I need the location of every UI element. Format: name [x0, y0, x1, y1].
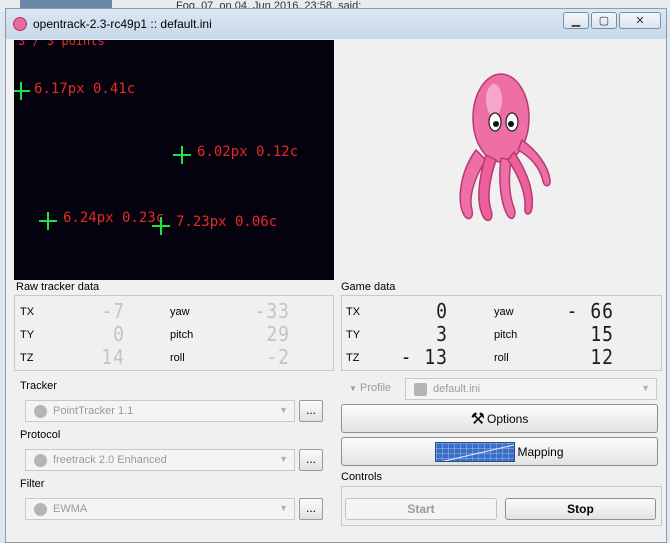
mapping-curve-icon — [435, 441, 516, 462]
minimize-button[interactable]: ▁ — [563, 12, 589, 29]
profile-file-icon — [414, 383, 427, 396]
profile-select-value: default.ini — [433, 383, 481, 395]
stop-button[interactable]: Stop — [505, 498, 656, 520]
tracked-point-marker — [39, 212, 57, 230]
chevron-down-icon: ▼ — [279, 503, 288, 513]
raw-ty-value: 0 — [113, 322, 125, 347]
raw-yaw-value: -33 — [254, 299, 290, 324]
title-bar[interactable]: opentrack-2.3-rc49p1 :: default.ini ▁ ▢ … — [6, 9, 666, 39]
close-button[interactable]: ✕ — [619, 12, 661, 29]
tools-icon: ⚒ — [470, 410, 485, 428]
raw-tx-value: -7 — [101, 299, 125, 324]
tracked-point-marker — [173, 146, 191, 164]
game-yaw-label: yaw — [494, 306, 514, 318]
point-label: 7.23px 0.06c — [176, 214, 278, 230]
octopus-app-icon — [13, 17, 27, 31]
filter-select[interactable]: EWMA ▼ — [25, 498, 295, 520]
raw-roll-value: -2 — [266, 345, 290, 370]
tracked-point-marker — [14, 82, 30, 100]
game-pitch-label: pitch — [494, 329, 518, 341]
tracker-module-icon — [34, 405, 47, 418]
chevron-down-icon: ▼ — [279, 454, 288, 464]
close-icon: ✕ — [635, 15, 645, 27]
raw-tx-label: TX — [20, 306, 35, 318]
game-yaw-value: - 66 — [566, 299, 614, 324]
filter-select-value: EWMA — [53, 503, 88, 515]
start-button[interactable]: Start — [345, 498, 497, 520]
protocol-label: Protocol — [20, 429, 61, 441]
tracker-settings-button[interactable]: ... — [299, 400, 323, 422]
protocol-select[interactable]: freetrack 2.0 Enhanced ▼ — [25, 449, 295, 471]
tracker-select-value: PointTracker 1.1 — [53, 405, 134, 417]
tracker-video-view: 3 / 3 points 6.17px 0.41c 6.02px 0.12c 6… — [14, 40, 334, 280]
chevron-down-icon: ▼ — [641, 383, 650, 393]
maximize-icon: ▢ — [598, 15, 610, 27]
tracker-label: Tracker — [20, 380, 57, 392]
mapping-button[interactable]: Mapping — [341, 437, 658, 466]
main-window: opentrack-2.3-rc49p1 :: default.ini ▁ ▢ … — [5, 8, 667, 543]
game-ty-value: 3 — [436, 322, 448, 347]
options-button[interactable]: ⚒ Options — [341, 404, 658, 433]
game-data-title: Game data — [341, 281, 396, 293]
filter-settings-button[interactable]: ... — [299, 498, 323, 520]
game-tz-value: - 13 — [400, 345, 448, 370]
tracker-status-text: 3 / 3 points — [18, 40, 105, 48]
raw-roll-label: roll — [170, 352, 185, 364]
point-label: 6.17px 0.41c — [34, 81, 136, 97]
chevron-down-icon: ▼ — [279, 405, 288, 415]
profile-select[interactable]: default.ini ▼ — [405, 378, 657, 400]
raw-yaw-label: yaw — [170, 306, 190, 318]
game-tz-label: TZ — [346, 352, 360, 364]
raw-ty-label: TY — [20, 329, 35, 341]
profile-label: Profile — [359, 382, 392, 394]
minimize-icon: ▁ — [571, 15, 581, 27]
game-tx-label: TX — [346, 306, 361, 318]
protocol-select-value: freetrack 2.0 Enhanced — [53, 454, 167, 466]
pose-preview — [336, 40, 661, 280]
options-button-label: Options — [486, 411, 529, 426]
controls-panel: Start Stop — [341, 486, 662, 526]
protocol-module-icon — [34, 454, 47, 467]
controls-title: Controls — [341, 471, 382, 483]
mapping-button-label: Mapping — [517, 444, 564, 459]
profile-menu[interactable]: ▼ Profile — [349, 382, 391, 394]
filter-module-icon — [34, 503, 47, 516]
tracked-point-marker — [152, 217, 170, 235]
raw-tracker-data-panel: TX -7 TY 0 TZ 14 yaw -33 pitch 29 roll -… — [14, 295, 334, 371]
game-roll-value: 12 — [590, 345, 614, 370]
point-label: 6.24px 0.23c — [63, 210, 165, 226]
raw-tz-label: TZ — [20, 352, 34, 364]
game-tx-value: 0 — [436, 299, 448, 324]
raw-tracker-data-title: Raw tracker data — [16, 281, 100, 293]
raw-tz-value: 14 — [101, 345, 125, 370]
tracker-select[interactable]: PointTracker 1.1 ▼ — [25, 400, 295, 422]
point-label: 6.02px 0.12c — [197, 144, 299, 160]
chevron-down-icon: ▼ — [349, 384, 357, 393]
raw-pitch-label: pitch — [170, 329, 194, 341]
raw-pitch-value: 29 — [266, 322, 290, 347]
game-pitch-value: 15 — [590, 322, 614, 347]
game-roll-label: roll — [494, 352, 509, 364]
protocol-settings-button[interactable]: ... — [299, 449, 323, 471]
maximize-button[interactable]: ▢ — [591, 12, 617, 29]
window-title: opentrack-2.3-rc49p1 :: default.ini — [33, 17, 212, 31]
game-ty-label: TY — [346, 329, 361, 341]
octopus-pose-icon — [459, 73, 551, 222]
game-data-panel: TX 0 TY 3 TZ - 13 yaw - 66 pitch 15 roll… — [341, 295, 662, 371]
filter-label: Filter — [20, 478, 45, 490]
